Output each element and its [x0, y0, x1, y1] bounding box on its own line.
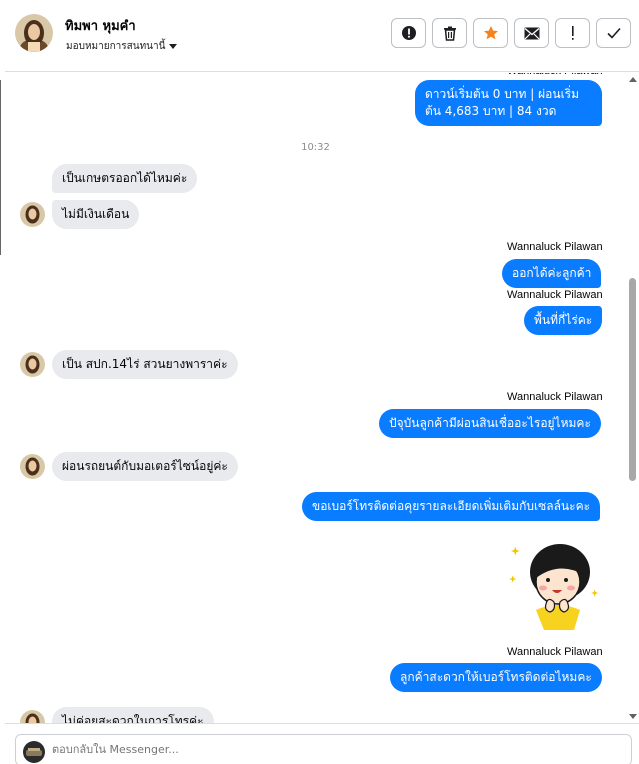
message-bubble-outgoing[interactable]: ดาวน์เริ่มต้น 0 บาท | ผ่อนเริ่มต้น 4,683… — [415, 80, 602, 126]
star-icon — [483, 26, 498, 40]
message-bubble-incoming[interactable]: ไม่ค่อยสะดวกในการโทรค่ะ — [52, 707, 214, 723]
message-thread[interactable]: Wannaluck Pilawan ดาวน์เริ่มต้น 0 บาท | … — [5, 73, 626, 723]
sender-name: Wannaluck Pilawan — [507, 241, 603, 253]
sender-name: Wannaluck Pilawan — [507, 646, 603, 658]
report-button[interactable] — [391, 18, 426, 48]
composer-bar — [5, 723, 639, 764]
conversation-header: ทิมพา หุมคำ มอบหมายการสนทนานี้ — [5, 0, 639, 72]
sender-name: Wannaluck Pilawan — [507, 73, 603, 77]
assign-label: มอบหมายการสนทนานี้ — [66, 41, 166, 52]
trash-icon — [443, 26, 456, 41]
mark-unread-button[interactable] — [514, 18, 549, 48]
page-avatar — [23, 741, 45, 763]
contact-name[interactable]: ทิมพา หุมคำ — [65, 15, 136, 36]
scroll-up-arrow-icon[interactable] — [629, 77, 637, 82]
message-bubble-outgoing[interactable]: ขอเบอร์โทรติดต่อคุยรายละเอียดเพิ่มเติมกั… — [302, 492, 601, 521]
chevron-down-icon — [169, 44, 178, 49]
contact-avatar[interactable] — [15, 14, 53, 52]
exclamation-icon — [571, 26, 574, 40]
message-bubble-incoming[interactable]: เป็นเกษตรออกได้ไหมค่ะ — [52, 164, 198, 193]
message-timestamp: 10:32 — [301, 142, 330, 153]
scrollbar-thumb[interactable] — [629, 278, 636, 481]
mail-icon — [524, 27, 539, 39]
composer-box[interactable] — [15, 734, 632, 764]
sender-name: Wannaluck Pilawan — [507, 289, 603, 301]
message-bubble-outgoing[interactable]: ลูกค้าสะดวกให้เบอร์โทรติดต่อไหมคะ — [390, 663, 602, 692]
message-bubble-incoming[interactable]: เป็น สปก.14ไร่ สวนยางพาราค่ะ — [52, 350, 238, 379]
sender-name: Wannaluck Pilawan — [507, 391, 603, 403]
check-icon — [606, 27, 621, 39]
assign-conversation-dropdown[interactable]: มอบหมายการสนทนานี้ — [66, 39, 178, 54]
message-bubble-outgoing[interactable]: ออกได้ค่ะลูกค้า — [502, 259, 602, 288]
alert-circle-icon — [401, 26, 416, 40]
messenger-window: ทิมพา หุมคำ มอบหมายการสนทนานี้ ดาวน์เริ่… — [0, 0, 639, 764]
sticker-image[interactable] — [508, 540, 604, 630]
message-bubble-outgoing[interactable]: พื้นที่กี่ไร่คะ — [524, 306, 603, 335]
mark-important-button[interactable] — [555, 18, 590, 48]
delete-button[interactable] — [432, 18, 467, 48]
contact-avatar-small — [20, 352, 45, 377]
contact-avatar-small — [20, 454, 45, 479]
message-bubble-outgoing[interactable]: ปัจุบันลูกค้ามีผ่อนสินเชื่ออะไรอยู่ไหมคะ — [379, 409, 601, 438]
contact-avatar-small — [20, 710, 45, 723]
contact-avatar-small — [20, 202, 45, 227]
message-bubble-incoming[interactable]: ผ่อนรถยนต์กับมอเตอร์ไซน์อยู่ค่ะ — [52, 452, 238, 481]
scroll-down-arrow-icon[interactable] — [629, 714, 637, 719]
thread-scrollbar[interactable] — [626, 73, 639, 723]
star-button[interactable] — [473, 18, 508, 48]
message-bubble-incoming[interactable]: ไม่มีเงินเดือน — [52, 200, 140, 229]
reply-input[interactable] — [52, 743, 612, 756]
header-actions — [391, 18, 631, 48]
mark-done-button[interactable] — [596, 18, 631, 48]
